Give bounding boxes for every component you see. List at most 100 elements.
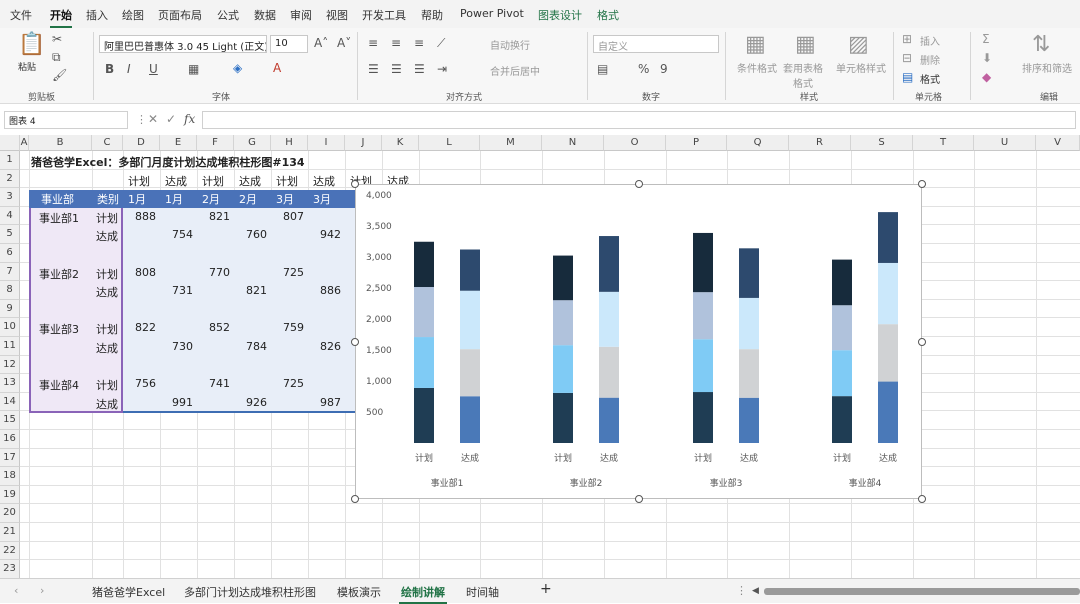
delete-cells-button[interactable]: 删除 [920, 52, 940, 67]
column-header-r[interactable]: R [789, 135, 851, 151]
column-header-h[interactable]: H [271, 135, 308, 151]
cell-style-icon[interactable]: ▨ [848, 32, 869, 57]
row-header-11[interactable]: 11 [0, 337, 20, 356]
row-header-2[interactable]: 2 [0, 169, 20, 189]
format-cells-button[interactable]: 格式 [920, 71, 940, 86]
tab-review[interactable]: 审阅 [290, 7, 312, 23]
tab-help[interactable]: 帮助 [421, 7, 443, 23]
align-right-icon[interactable]: ☰ [414, 62, 425, 76]
tab-formulas[interactable]: 公式 [217, 7, 239, 23]
font-name-select[interactable]: 阿里巴巴普惠体 3.0 45 Light (正文) [99, 35, 267, 53]
tab-format[interactable]: 格式 [597, 7, 619, 23]
column-header-b[interactable]: B [29, 135, 92, 151]
column-header-l[interactable]: L [419, 135, 480, 151]
cut-icon[interactable]: ✂ [52, 32, 62, 46]
row-header-4[interactable]: 4 [0, 206, 20, 226]
column-header-g[interactable]: G [234, 135, 271, 151]
bold-icon[interactable]: B [105, 62, 114, 76]
conditional-format-icon[interactable]: ▦ [745, 32, 766, 57]
row-header-21[interactable]: 21 [0, 523, 20, 542]
row-header-7[interactable]: 7 [0, 262, 20, 282]
resize-handle[interactable] [351, 180, 359, 188]
indent-icon[interactable]: ⇥ [437, 62, 447, 76]
tab-file[interactable]: 文件 [10, 7, 32, 23]
resize-handle[interactable] [918, 337, 926, 346]
formula-input[interactable] [202, 111, 1076, 129]
row-header-1[interactable]: 1 [0, 151, 20, 170]
row-header-23[interactable]: 23 [0, 560, 20, 579]
column-header-f[interactable]: F [197, 135, 234, 151]
border-icon[interactable]: ▦ [188, 62, 199, 76]
row-header-19[interactable]: 19 [0, 485, 20, 505]
sort-filter-button[interactable]: 排序和筛选 [1022, 60, 1072, 75]
column-header-n[interactable]: N [542, 135, 604, 151]
tab-chart-design[interactable]: 图表设计 [538, 7, 582, 23]
resize-handle[interactable] [634, 495, 643, 503]
row-header-3[interactable]: 3 [0, 188, 20, 207]
table-format-icon[interactable]: ▦ [795, 32, 816, 57]
column-header-t[interactable]: T [913, 135, 974, 151]
row-header-20[interactable]: 20 [0, 504, 20, 523]
insert-cells-icon[interactable]: ⊞ [902, 32, 912, 46]
cell-style-button[interactable]: 单元格样式 [836, 60, 886, 75]
align-center-icon[interactable]: ☰ [391, 62, 402, 76]
resize-handle[interactable] [351, 495, 359, 503]
align-bottom-icon[interactable]: ≡ [414, 36, 424, 50]
resize-handle[interactable] [634, 180, 643, 188]
scroll-left-icon[interactable]: ‹ [14, 584, 18, 597]
tab-insert[interactable]: 插入 [86, 7, 108, 23]
insert-function-icon[interactable]: fx [184, 112, 195, 126]
fill-icon[interactable]: ⬇ [982, 51, 992, 65]
hscroll-left-icon[interactable]: ◀ [752, 586, 759, 596]
align-middle-icon[interactable]: ≡ [391, 36, 401, 50]
delete-cells-icon[interactable]: ⊟ [902, 51, 912, 65]
column-header-i[interactable]: I [308, 135, 345, 151]
row-header-12[interactable]: 12 [0, 355, 20, 375]
tab-split-icon[interactable]: ⋮ [736, 584, 747, 597]
font-color-icon[interactable]: A [273, 61, 281, 75]
column-header-v[interactable]: V [1036, 135, 1080, 151]
row-header-17[interactable]: 17 [0, 448, 20, 468]
table-format-button[interactable]: 套用表格格式 [780, 60, 826, 90]
row-header-22[interactable]: 22 [0, 541, 20, 561]
name-box[interactable]: 图表 4 [4, 111, 128, 129]
sort-filter-icon[interactable]: ⇅ [1032, 32, 1050, 57]
row-header-15[interactable]: 15 [0, 411, 20, 430]
column-header-d[interactable]: D [123, 135, 160, 151]
row-header-8[interactable]: 8 [0, 281, 20, 300]
copy-icon[interactable]: ⧉ [52, 50, 61, 65]
paste-button[interactable]: 粘贴 [18, 60, 36, 73]
paste-icon[interactable]: 📋 [18, 32, 45, 57]
tab-developer[interactable]: 开发工具 [362, 7, 406, 23]
tab-page-layout[interactable]: 页面布局 [158, 7, 202, 23]
column-header-q[interactable]: Q [727, 135, 789, 151]
underline-icon[interactable]: U [149, 62, 158, 76]
currency-icon[interactable]: ▤ [597, 62, 608, 76]
resize-handle[interactable] [918, 495, 926, 503]
row-header-14[interactable]: 14 [0, 392, 20, 412]
select-all-corner[interactable] [0, 135, 20, 151]
row-header-5[interactable]: 5 [0, 225, 20, 244]
add-sheet-icon[interactable]: + [540, 581, 552, 597]
orientation-icon[interactable]: ⟋ [437, 36, 445, 51]
row-header-6[interactable]: 6 [0, 244, 20, 263]
format-painter-icon[interactable]: 🖌 [52, 68, 67, 82]
sheet-tab-4[interactable]: 绘制讲解 [399, 584, 447, 604]
tab-draw[interactable]: 绘图 [122, 7, 144, 23]
stacked-column-chart[interactable]: 4,000 3,500 3,000 2,500 2,000 1,500 1,000 500 计划… [355, 184, 922, 499]
align-top-icon[interactable]: ≡ [368, 36, 378, 50]
sheet-tab-3[interactable]: 模板演示 [337, 584, 381, 600]
percent-icon[interactable]: % [638, 62, 649, 76]
column-header-o[interactable]: O [604, 135, 666, 151]
sheet-tab-5[interactable]: 时间轴 [466, 584, 499, 600]
column-header-a[interactable]: A [20, 135, 29, 151]
enter-icon[interactable]: ✓ [166, 112, 176, 126]
fill-color-icon[interactable]: ◈ [233, 61, 242, 75]
align-left-icon[interactable]: ☰ [368, 62, 379, 76]
sheet-tab-1[interactable]: 猪爸爸学Excel [92, 584, 165, 600]
row-header-10[interactable]: 10 [0, 318, 20, 337]
cancel-icon[interactable]: ✕ [148, 112, 158, 126]
grow-font-icon[interactable]: A˄ [314, 36, 328, 50]
autosum-icon[interactable]: Σ [982, 32, 990, 46]
number-format-select[interactable]: 自定义 [593, 35, 719, 53]
